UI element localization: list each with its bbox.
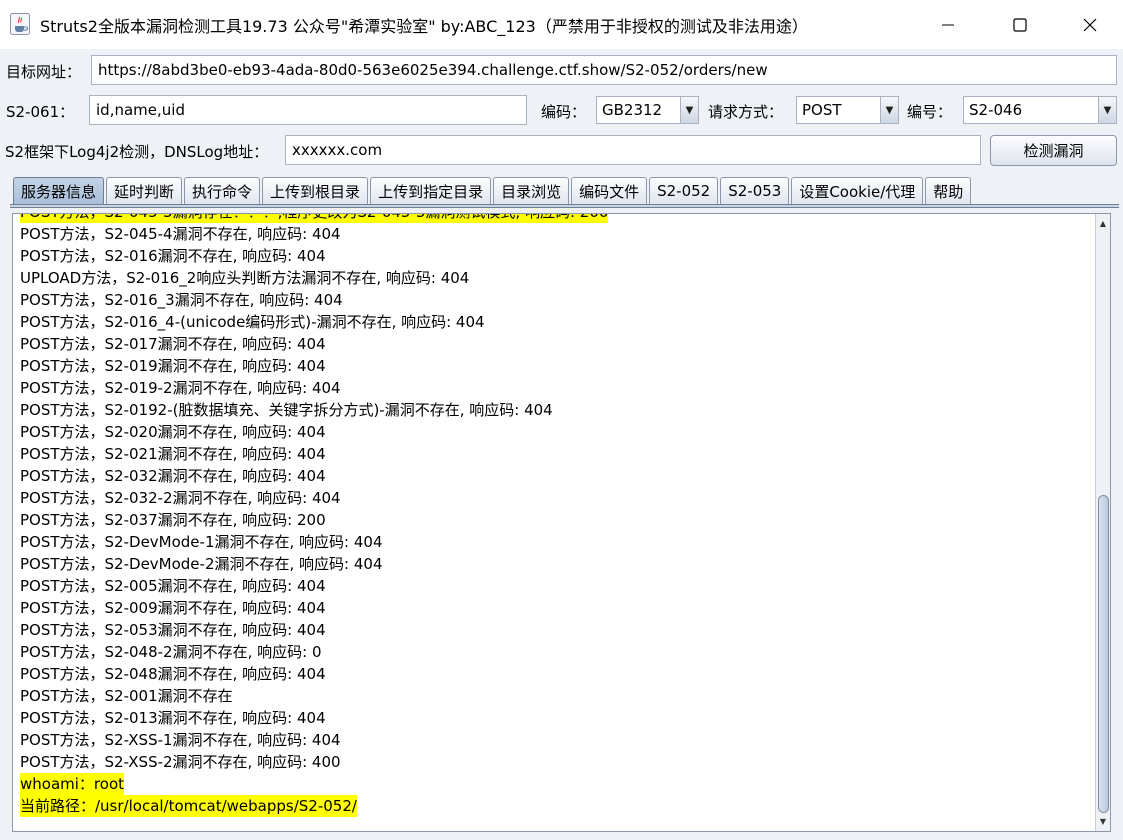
vuln-number-label: 编号： <box>907 103 953 121</box>
request-method-label: 请求方式： <box>708 103 784 121</box>
chevron-down-icon: ▼ <box>680 97 698 123</box>
output-line: POST方法，S2-001漏洞不存在 <box>20 687 233 705</box>
output-line: POST方法，S2-XSS-1漏洞不存在, 响应码: 404 <box>20 731 341 749</box>
chevron-down-icon: ▼ <box>880 97 898 123</box>
tab-bar: 服务器信息 延时判断 执行命令 上传到根目录 上传到指定目录 目录浏览 编码文件… <box>13 177 973 204</box>
output-line: POST方法，S2-016漏洞不存在, 响应码: 404 <box>20 247 326 265</box>
java-app-icon <box>10 13 30 35</box>
scroll-down-icon[interactable]: ▼ <box>1096 814 1110 829</box>
output-line: POST方法，S2-016_3漏洞不存在, 响应码: 404 <box>20 291 343 309</box>
output-line: POST方法，S2-016_4-(unicode编码形式)-漏洞不存在, 响应码… <box>20 313 485 331</box>
output-line: POST方法，S2-037漏洞不存在, 响应码: 200 <box>20 511 326 529</box>
minimize-icon <box>942 24 954 25</box>
vuln-number-value: S2-046 <box>969 101 1023 119</box>
log4j-dnslog-label: S2框架下Log4j2检测，DNSLog地址： <box>5 143 269 161</box>
output-line: POST方法，S2-DevMode-1漏洞不存在, 响应码: 404 <box>20 533 383 551</box>
output-line: POST方法，S2-045-3漏洞存在！！！,程序更改为S2-045-3漏洞测试… <box>20 214 609 223</box>
encoding-label: 编码： <box>541 103 587 121</box>
window-title: Struts2全版本漏洞检测工具19.73 公众号"希潭实验室" by:ABC_… <box>40 17 808 36</box>
output-line: POST方法，S2-009漏洞不存在, 响应码: 404 <box>20 599 326 617</box>
output-line: whoami：root <box>20 773 124 795</box>
s2-061-label: S2-061： <box>6 103 75 121</box>
output-line: POST方法，S2-021漏洞不存在, 响应码: 404 <box>20 445 326 463</box>
output-log-area[interactable]: POST方法，S2-045-3漏洞存在！！！,程序更改为S2-045-3漏洞测试… <box>12 213 1111 832</box>
vertical-scrollbar[interactable]: ▲ ▼ <box>1095 214 1110 831</box>
encoding-select[interactable]: GB2312 ▼ <box>596 96 699 124</box>
output-line: POST方法，S2-032-2漏洞不存在, 响应码: 404 <box>20 489 341 507</box>
output-line: POST方法，S2-017漏洞不存在, 响应码: 404 <box>20 335 326 353</box>
output-line: POST方法，S2-005漏洞不存在, 响应码: 404 <box>20 577 326 595</box>
maximize-icon <box>1013 17 1027 32</box>
s2-061-input[interactable]: id,name,uid <box>89 95 527 125</box>
request-method-value: POST <box>802 101 842 119</box>
output-line: UPLOAD方法，S2-016_2响应头判断方法漏洞不存在, 响应码: 404 <box>20 269 470 287</box>
tab-cookie-proxy[interactable]: 设置Cookie/代理 <box>791 177 924 204</box>
output-line: 当前路径：/usr/local/tomcat/webapps/S2-052/ <box>20 795 357 817</box>
output-line: POST方法，S2-019漏洞不存在, 响应码: 404 <box>20 357 326 375</box>
tab-help[interactable]: 帮助 <box>925 177 972 204</box>
tab-upload-root[interactable]: 上传到根目录 <box>262 177 369 204</box>
output-line: POST方法，S2-013漏洞不存在, 响应码: 404 <box>20 709 326 727</box>
chevron-down-icon: ▼ <box>1098 97 1116 123</box>
output-line: POST方法，S2-032漏洞不存在, 响应码: 404 <box>20 467 326 485</box>
maximize-button[interactable] <box>985 0 1055 49</box>
output-line: POST方法，S2-019-2漏洞不存在, 响应码: 404 <box>20 379 341 397</box>
tab-encode-file[interactable]: 编码文件 <box>571 177 648 204</box>
target-url-input[interactable]: https://8abd3be0-eb93-4ada-80d0-563e6025… <box>91 55 1117 85</box>
output-line: POST方法，S2-045-4漏洞不存在, 响应码: 404 <box>20 225 341 243</box>
output-line: POST方法，S2-048-2漏洞不存在, 响应码: 0 <box>20 643 322 661</box>
output-line: POST方法，S2-053漏洞不存在, 响应码: 404 <box>20 621 326 639</box>
dnslog-address-input[interactable]: xxxxxx.com <box>285 135 981 165</box>
tab-dir-browse[interactable]: 目录浏览 <box>493 177 570 204</box>
scrollbar-thumb[interactable] <box>1098 495 1109 813</box>
tab-server-info[interactable]: 服务器信息 <box>13 177 105 204</box>
tab-exec-command[interactable]: 执行命令 <box>184 177 261 204</box>
vuln-number-select[interactable]: S2-046 ▼ <box>963 96 1117 124</box>
request-method-select[interactable]: POST ▼ <box>796 96 899 124</box>
target-url-label: 目标网址： <box>6 63 82 81</box>
tab-s2-053[interactable]: S2-053 <box>720 177 790 204</box>
close-button[interactable] <box>1055 0 1123 49</box>
output-line: POST方法，S2-048漏洞不存在, 响应码: 404 <box>20 665 326 683</box>
tab-upload-dir[interactable]: 上传到指定目录 <box>370 177 492 204</box>
output-lines: POST方法，S2-045-3漏洞存在！！！,程序更改为S2-045-3漏洞测试… <box>20 214 609 817</box>
minimize-button[interactable] <box>913 0 983 49</box>
scroll-up-icon[interactable]: ▲ <box>1096 216 1110 231</box>
output-line: POST方法，S2-XSS-2漏洞不存在, 响应码: 400 <box>20 753 341 771</box>
title-bar: Struts2全版本漏洞检测工具19.73 公众号"希潭实验室" by:ABC_… <box>0 0 1123 49</box>
tab-delay-check[interactable]: 延时判断 <box>106 177 183 204</box>
close-icon <box>1083 18 1097 31</box>
encoding-value: GB2312 <box>602 101 663 119</box>
tab-s2-052[interactable]: S2-052 <box>649 177 719 204</box>
output-line: POST方法，S2-020漏洞不存在, 响应码: 404 <box>20 423 326 441</box>
output-line: POST方法，S2-0192-(脏数据填充、关键字拆分方式)-漏洞不存在, 响应… <box>20 401 553 419</box>
output-line: POST方法，S2-DevMode-2漏洞不存在, 响应码: 404 <box>20 555 383 573</box>
tab-divider <box>10 204 1119 208</box>
detect-vuln-button[interactable]: 检测漏洞 <box>990 135 1117 166</box>
